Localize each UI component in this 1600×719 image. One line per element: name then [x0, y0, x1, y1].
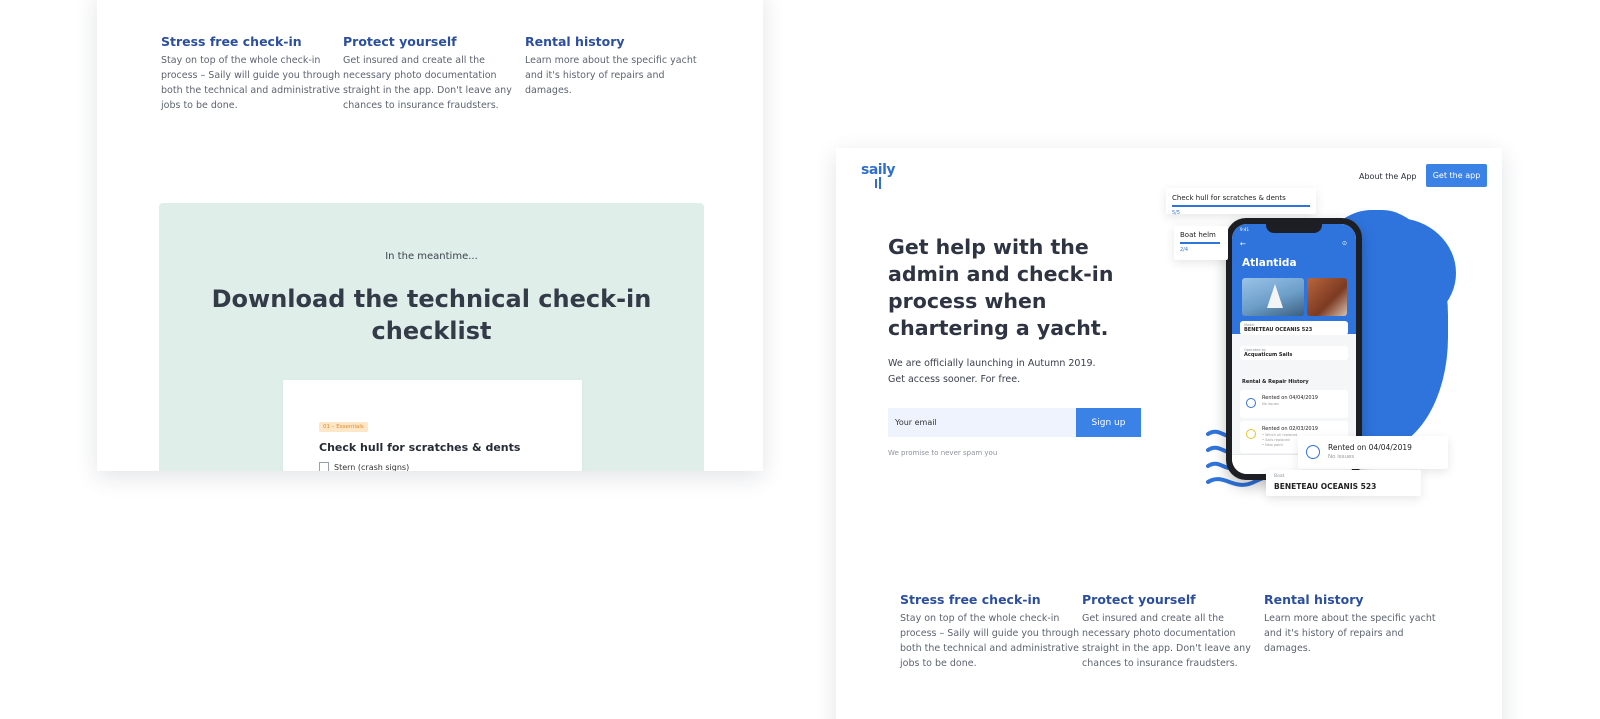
- checklist-item[interactable]: Stern (crash signs): [319, 462, 409, 471]
- yacht-name: Atlantida: [1242, 257, 1297, 269]
- logo-mast-icon: [875, 179, 877, 188]
- checkbox-icon[interactable]: [319, 462, 329, 471]
- download-pretitle: In the meantime...: [385, 251, 478, 262]
- feature-text: Learn more about the specific yacht and …: [1264, 613, 1436, 654]
- app-illustration: 9:41 ← ⊙ Atlantida Model BENETEAU OCEANI…: [1166, 188, 1456, 508]
- checklist-title: Check hull for scratches & dents: [319, 441, 521, 454]
- hero-subtitle-line: We are officially launching in Autumn 20…: [888, 358, 1096, 369]
- history-row-title: Rented on 04/04/2019: [1262, 395, 1318, 401]
- feature-rental-history: Rental history Learn more about the spec…: [525, 34, 707, 113]
- feature-title: Rental history: [1264, 592, 1364, 607]
- logo-text: saily: [861, 162, 896, 178]
- task-count: 5/5: [1172, 210, 1181, 216]
- phone-notch: [1266, 224, 1322, 233]
- rental-sub: No issues: [1328, 454, 1355, 460]
- hero-subtitle-line: Get access sooner. For free.: [888, 374, 1021, 385]
- logo-mast-icon: [879, 177, 881, 189]
- boat-value: BENETEAU OCEANIS 523: [1274, 482, 1377, 491]
- location-icon: ⊙: [1342, 240, 1348, 247]
- pending-circle-icon: [1246, 429, 1256, 439]
- floating-task-card: Check hull for scratches & dents 5/5: [1166, 188, 1316, 216]
- feature-title: Protect yourself: [1082, 592, 1196, 607]
- floating-task-card: Boat helm 2/4: [1174, 226, 1228, 260]
- boat-label: Boat: [1274, 474, 1285, 479]
- checklist-item-label: Stern (crash signs): [334, 462, 410, 472]
- field-value: BENETEAU OCEANIS 523: [1244, 327, 1313, 333]
- feature-protect: Protect yourself Get insured and create …: [343, 34, 525, 113]
- feature-title: Stress free check-in: [161, 34, 302, 49]
- task-progress-bar: [1172, 205, 1310, 207]
- history-row-sub: • Winch oil replaced • Sails replaced • …: [1262, 433, 1298, 447]
- model-field: Model BENETEAU OCEANIS 523: [1240, 321, 1348, 335]
- yacht-photo-interior: [1307, 278, 1347, 316]
- back-arrow-icon: ←: [1240, 240, 1246, 248]
- feature-title: Rental history: [525, 34, 625, 49]
- features-row: Stress free check-in Stay on top of the …: [900, 592, 1446, 671]
- feature-title: Stress free check-in: [900, 592, 1041, 607]
- hero-title: Get help with the admin and check-in pro…: [888, 235, 1114, 340]
- floating-boat-card: Boat BENETEAU OCEANIS 523: [1266, 470, 1421, 496]
- feature-text: Stay on top of the whole check-in proces…: [900, 613, 1080, 669]
- feature-stress-free: Stress free check-in Stay on top of the …: [900, 592, 1082, 671]
- floating-rental-card: Rented on 04/04/2019 No issues: [1298, 436, 1448, 469]
- task-count: 2/4: [1180, 247, 1189, 253]
- landing-card-hero: saily About the App Get the app Get help…: [836, 148, 1502, 719]
- rental-title: Rented on 04/04/2019: [1328, 443, 1412, 452]
- checklist-tag: 01 – Essentials: [319, 422, 368, 432]
- download-checklist-panel: In the meantime... Download the technica…: [159, 203, 704, 471]
- checklist-preview[interactable]: 01 – Essentials Check hull for scratches…: [283, 380, 582, 471]
- task-title: Boat helm: [1180, 231, 1216, 239]
- history-row: Rented on 04/04/2019 No issues: [1240, 390, 1348, 418]
- operator-field: Operated by Acquaticum Sails: [1240, 346, 1348, 360]
- hero-subtitle: We are officially launching in Autumn 20…: [888, 356, 1096, 388]
- task-title: Check hull for scratches & dents: [1172, 194, 1286, 202]
- saily-logo[interactable]: saily: [861, 162, 896, 189]
- download-title: Download the technical check-in checklis…: [211, 285, 652, 345]
- history-title: Rental & Repair History: [1242, 379, 1309, 385]
- feature-text: Stay on top of the whole check-in proces…: [161, 55, 341, 111]
- field-value: Acquaticum Sails: [1244, 352, 1293, 358]
- history-row-title: Rented on 02/03/2019: [1262, 426, 1318, 432]
- no-spam-note: We promise to never spam you: [888, 449, 998, 457]
- yacht-photo-sail: [1242, 278, 1304, 316]
- task-progress-bar: [1180, 242, 1220, 244]
- status-time: 9:41: [1240, 227, 1249, 232]
- feature-text: Learn more about the specific yacht and …: [525, 55, 697, 96]
- feature-protect: Protect yourself Get insured and create …: [1082, 592, 1264, 671]
- check-circle-icon: [1306, 445, 1320, 459]
- feature-text: Get insured and create all the necessary…: [1082, 613, 1251, 669]
- email-input[interactable]: [888, 408, 1076, 437]
- get-app-button[interactable]: Get the app: [1426, 164, 1487, 187]
- feature-rental-history: Rental history Learn more about the spec…: [1264, 592, 1446, 671]
- feature-stress-free: Stress free check-in Stay on top of the …: [161, 34, 343, 113]
- feature-title: Protect yourself: [343, 34, 457, 49]
- history-row-sub: No issues: [1262, 402, 1279, 406]
- landing-card-lower-section: Stress free check-in Stay on top of the …: [97, 0, 763, 471]
- nav-about-app[interactable]: About the App: [1359, 172, 1417, 181]
- features-row: Stress free check-in Stay on top of the …: [161, 34, 707, 113]
- feature-text: Get insured and create all the necessary…: [343, 55, 512, 111]
- signup-button[interactable]: Sign up: [1076, 408, 1141, 437]
- check-circle-icon: [1246, 398, 1256, 408]
